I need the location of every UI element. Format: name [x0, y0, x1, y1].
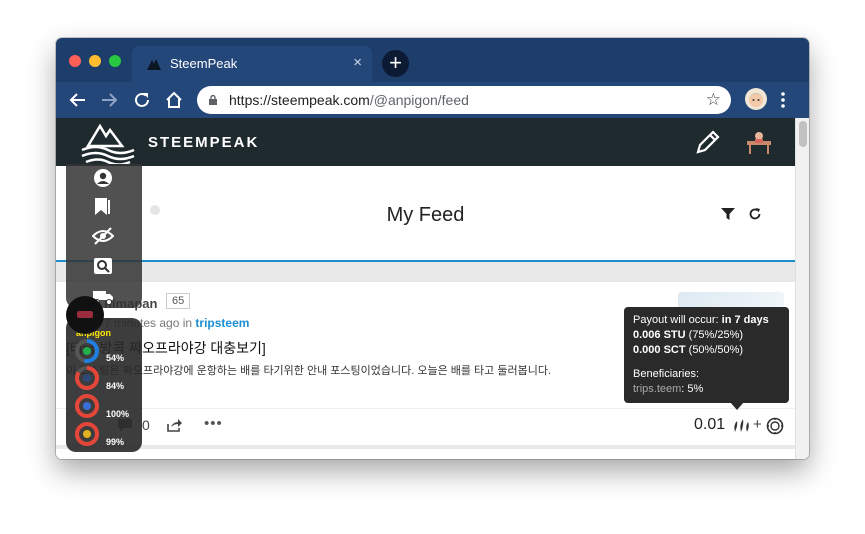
- payout-value[interactable]: 0.01: [694, 416, 725, 434]
- more-options-button[interactable]: •••: [204, 415, 223, 432]
- bookmark-star-icon[interactable]: ☆: [706, 90, 721, 110]
- browser-window: SteemPeak × + https://steempeak.com/@anp…: [56, 38, 809, 459]
- lock-icon: [209, 95, 217, 105]
- gauge-4-pct: 99%: [106, 437, 125, 447]
- post-category-link[interactable]: tripsteem: [195, 316, 249, 330]
- search-icon[interactable]: [92, 256, 114, 276]
- feed-header: My Feed: [56, 166, 795, 262]
- reload-icon[interactable]: [131, 89, 153, 111]
- tab-bar: SteemPeak × +: [56, 38, 809, 82]
- filter-icon[interactable]: [721, 208, 735, 220]
- forward-arrow-icon[interactable]: [98, 89, 120, 111]
- tab-steempeak[interactable]: SteemPeak ×: [132, 46, 372, 82]
- comment-count: 0: [142, 417, 150, 433]
- gauge-1: [75, 339, 99, 363]
- page-scrollbar[interactable]: [795, 118, 809, 459]
- refresh-icon[interactable]: [748, 207, 762, 221]
- browser-menu-icon[interactable]: [780, 90, 786, 110]
- gauge-3: [75, 394, 99, 418]
- stu-line: 0.006 STU (75%/25%): [633, 329, 744, 341]
- extension-toggle-button[interactable]: [66, 296, 104, 334]
- gauge-3-pct: 100%: [106, 409, 130, 419]
- account-circle-icon[interactable]: [92, 168, 114, 188]
- bookmark-icon[interactable]: [92, 196, 114, 216]
- address-bar[interactable]: https://steempeak.com/@anpigon/feed ☆: [197, 86, 731, 114]
- extension-toolbar: [66, 164, 142, 308]
- toggle-inner: [77, 311, 93, 318]
- browser-toolbar: https://steempeak.com/@anpigon/feed ☆: [56, 82, 809, 118]
- tab-close-button[interactable]: ×: [353, 54, 362, 71]
- scroll-thumb[interactable]: [799, 121, 807, 147]
- next-post-card: [56, 449, 795, 459]
- beneficiaries-label: Beneficiaries:: [633, 368, 700, 380]
- post-footer: 0 ••• 0.01 +: [56, 408, 795, 442]
- sct-line: 0.000 SCT (50%/50%): [633, 344, 744, 356]
- beneficiary-line: trips.teem: 5%: [633, 383, 704, 395]
- gauge-1-pct: 54%: [106, 353, 125, 363]
- back-arrow-icon[interactable]: [67, 89, 89, 111]
- url-host: https://steempeak.com: [229, 92, 370, 108]
- url-path: /@anpigon/feed: [369, 92, 469, 108]
- tab-title: SteemPeak: [170, 56, 238, 71]
- user-avatar[interactable]: [745, 129, 773, 155]
- page-viewport: STEEMPEAK My Feed nima: [56, 118, 809, 459]
- site-header: STEEMPEAK: [56, 118, 795, 166]
- beneficiary-coin-icon[interactable]: [766, 417, 784, 435]
- steempeak-logo-icon[interactable]: [80, 122, 136, 164]
- voting-power-panel: anpigon 54% 84% 100% 99%: [66, 318, 142, 452]
- steem-icon: [734, 419, 749, 432]
- home-icon[interactable]: [163, 89, 185, 111]
- close-window-button[interactable]: [69, 55, 81, 67]
- pencil-icon[interactable]: [694, 128, 722, 156]
- maximize-window-button[interactable]: [109, 55, 121, 67]
- payout-line: Payout will occur: in 7 days: [633, 314, 769, 326]
- site-wordmark: STEEMPEAK: [148, 134, 260, 151]
- hide-eye-icon[interactable]: [92, 226, 114, 246]
- reputation-badge: 65: [166, 293, 191, 309]
- minimize-window-button[interactable]: [89, 55, 101, 67]
- share-icon[interactable]: [166, 419, 182, 432]
- gauge-4: [75, 422, 99, 446]
- plus-sign: +: [753, 416, 762, 433]
- url-text: https://steempeak.com/@anpigon/feed: [229, 92, 469, 108]
- profile-avatar[interactable]: [745, 88, 767, 110]
- gauge-2-pct: 84%: [106, 381, 125, 391]
- gauge-2: [75, 366, 99, 390]
- page-title: My Feed: [386, 204, 465, 226]
- payout-tooltip: Payout will occur: in 7 days 0.006 STU (…: [624, 307, 789, 403]
- tooltip-arrow: [730, 402, 744, 410]
- new-tab-button[interactable]: +: [382, 50, 409, 77]
- profile-face-icon: [749, 93, 763, 107]
- steempeak-favicon-icon: [147, 59, 161, 70]
